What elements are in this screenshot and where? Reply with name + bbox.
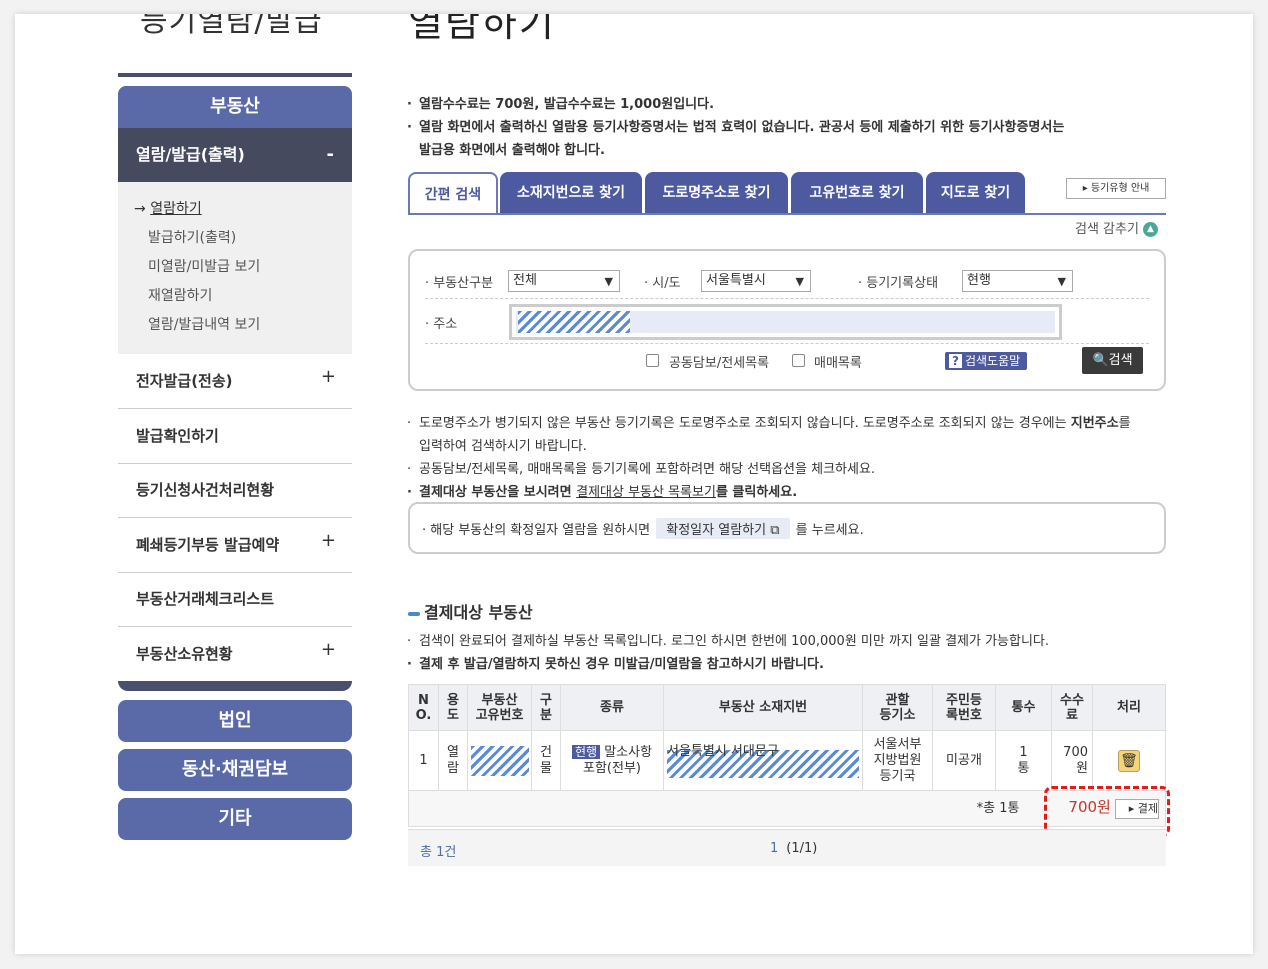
expand-icon: +	[320, 639, 336, 660]
expand-icon: +	[320, 530, 336, 551]
search-notice: · 도로명주소가 병기되지 않은 부동산 등기기록은 도로명주소로 조회되지 않습…	[407, 416, 1131, 500]
question-icon: ?	[949, 354, 962, 368]
sidebar-submenu: → 열람하기 발급하기(출력) 미열람/미발급 보기 재열람하기 열람/발급내역…	[118, 182, 352, 354]
sidebar-item-e-issue[interactable]: 전자발급(전송) +	[118, 354, 352, 409]
address-input[interactable]	[509, 304, 1062, 340]
divider	[425, 298, 1149, 299]
search-button[interactable]: 🔍검색	[1082, 347, 1143, 374]
page-number[interactable]: 1	[770, 841, 778, 856]
hide-search-toggle[interactable]: 검색 감추기 ▲	[1075, 218, 1158, 237]
col-resident-no: 주민등 록번호	[932, 684, 996, 731]
section-bar-icon	[408, 611, 420, 616]
city-label: · 시/도	[644, 276, 681, 291]
tab-road-address[interactable]: 도로명주소로 찾기	[645, 172, 788, 214]
expand-icon: +	[320, 366, 336, 387]
pagination: 1 (1/1)	[770, 841, 818, 856]
sidebar-category-movables[interactable]: 동산·채권담보	[118, 749, 352, 791]
col-fee: 수수 료	[1051, 684, 1093, 731]
sidebar-item-closed-reserve[interactable]: 폐쇄등기부등 발급예약 +	[118, 518, 352, 573]
section-title: 등기열람/발급	[140, 14, 323, 39]
chevron-down-icon: ▼	[604, 275, 613, 288]
collapse-icon[interactable]: -	[327, 128, 334, 182]
joint-collateral-checkbox[interactable]	[646, 354, 659, 367]
col-count: 통수	[995, 684, 1052, 731]
joint-collateral-label: 공동담보/전세목록	[669, 356, 770, 371]
cell-no: 1	[408, 730, 439, 791]
sidebar-item-verify[interactable]: 발급확인하기	[118, 409, 352, 464]
submenu-item-view[interactable]: → 열람하기	[118, 198, 352, 227]
arrow-icon: →	[134, 201, 146, 217]
record-status-select[interactable]: 현행 ▼	[962, 270, 1073, 292]
external-link-icon: ⧉	[770, 523, 780, 538]
fee-notice: · 열람수수료는 700원, 발급수수료는 1,000원입니다. · 열람 화면에서…	[407, 97, 1065, 158]
redacted-text	[470, 745, 529, 776]
table-row: 1 열 람 건 물 현행 말소사항 포함(전부) 서울특별시 서대문구 서울서부 …	[408, 730, 1166, 791]
cell-action: 🗑	[1092, 730, 1166, 791]
record-status-label: · 등기기록상태	[858, 276, 939, 291]
submenu-item-unviewed[interactable]: 미열람/미발급 보기	[118, 256, 352, 285]
col-type: 종류	[560, 684, 664, 731]
cell-count: 1 통	[995, 730, 1052, 791]
confirm-date-panel: · 해당 부동산의 확정일자 열람을 원하시면 확정일자 열람하기 ⧉ 를 누르…	[408, 502, 1166, 554]
sidebar-item-checklist[interactable]: 부동산거래체크리스트	[118, 572, 352, 627]
payment-list-link[interactable]: 결제대상 부동산 목록보기	[576, 485, 716, 500]
chevron-up-icon: ▲	[1142, 222, 1158, 237]
payment-section-title: 결제대상 부동산	[408, 599, 533, 623]
chevron-down-icon: ▼	[795, 275, 804, 288]
search-help-button[interactable]: ? 검색도움말	[945, 352, 1027, 370]
total-count: *총 1통	[408, 790, 1052, 827]
col-office: 관할 등기소	[862, 684, 933, 731]
table-header-row: N O. 용 도 부동산 고유번호 구 분 종류 부동산 소재지번 관할 등기소…	[408, 684, 1166, 731]
chevron-down-icon: ▼	[1057, 275, 1066, 288]
realestate-type-select[interactable]: 전체 ▼	[508, 270, 620, 292]
col-no: N O.	[408, 684, 439, 731]
sidebar-bottom-bar	[118, 681, 352, 691]
sidebar-item-label: 열람/발급(출력)	[136, 145, 245, 164]
search-icon: 🔍	[1092, 353, 1109, 368]
submenu-item-review[interactable]: 재열람하기	[118, 285, 352, 314]
page-title: 열람하기	[408, 14, 556, 45]
tab-unique-number[interactable]: 고유번호로 찾기	[791, 172, 923, 214]
confirm-date-view-button[interactable]: 확정일자 열람하기 ⧉	[656, 518, 790, 539]
divider	[425, 343, 1149, 344]
sales-list-checkbox[interactable]	[792, 354, 805, 367]
col-usage: 용 도	[438, 684, 468, 731]
col-unique-no: 부동산 고유번호	[467, 684, 532, 731]
cell-unique-no	[467, 730, 532, 791]
cell-address: 서울특별시 서대문구	[663, 730, 863, 791]
cell-fee: 700 원	[1051, 730, 1093, 791]
realestate-type-label: · 부동산구분	[425, 276, 494, 291]
sales-list-label: 매매목록	[814, 356, 862, 371]
sidebar-item-case-status[interactable]: 등기신청사건처리현황	[118, 463, 352, 518]
submenu-item-history[interactable]: 열람/발급내역 보기	[118, 314, 352, 343]
tab-underline	[408, 213, 1166, 215]
address-label: · 주소	[425, 317, 458, 332]
col-address: 부동산 소재지번	[663, 684, 863, 731]
city-select[interactable]: 서울특별시 ▼	[701, 270, 811, 292]
cell-kind: 건 물	[531, 730, 561, 791]
tab-lot-number[interactable]: 소재지번으로 찾기	[500, 172, 642, 214]
sidebar-item-ownership[interactable]: 부동산소유현황 +	[118, 627, 352, 682]
total-records: 총 1건	[420, 845, 457, 860]
trash-icon[interactable]: 🗑	[1118, 749, 1140, 772]
col-action: 처리	[1092, 684, 1166, 731]
col-kind: 구 분	[531, 684, 561, 731]
status-badge: 현행	[571, 745, 601, 759]
submenu-item-issue[interactable]: 발급하기(출력)	[118, 227, 352, 256]
sidebar-category-other[interactable]: 기타	[118, 798, 352, 840]
sidebar-category-corporation[interactable]: 법인	[118, 700, 352, 742]
cell-office: 서울서부 지방법원 등기국	[862, 730, 933, 791]
cell-usage: 열 람	[438, 730, 468, 791]
payment-notice: · 검색이 완료되어 결제하실 부동산 목록입니다. 로그인 하시면 한번에 10…	[407, 634, 1050, 672]
page-frame: 등기열람/발급 열람하기 부동산 열람/발급(출력) - → 열람하기 발급하기…	[15, 14, 1253, 954]
cell-type: 현행 말소사항 포함(전부)	[560, 730, 664, 791]
cell-resident-no: 미공개	[932, 730, 996, 791]
tab-map[interactable]: 지도로 찾기	[926, 172, 1025, 214]
sidebar-top-line	[118, 73, 352, 77]
redacted-text	[518, 311, 630, 333]
sidebar-category-realestate[interactable]: 부동산	[118, 86, 352, 128]
registry-type-guide-button[interactable]: ▸ 등기유형 안내	[1066, 178, 1166, 199]
sidebar-item-view-issue[interactable]: 열람/발급(출력) -	[118, 128, 352, 182]
tab-simple-search[interactable]: 간편 검색	[408, 172, 498, 214]
